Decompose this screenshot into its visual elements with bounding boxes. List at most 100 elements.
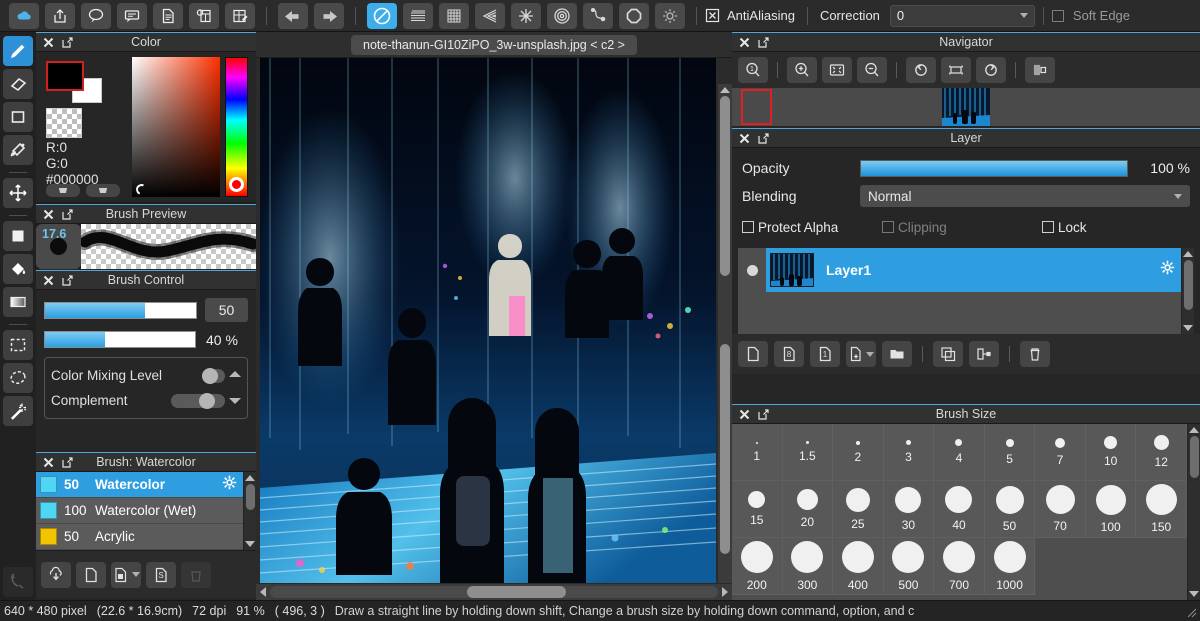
color-palette-button[interactable]: [46, 184, 80, 197]
close-icon[interactable]: [41, 455, 55, 469]
radial-icon[interactable]: [511, 3, 541, 29]
new-brush-button[interactable]: [76, 562, 106, 588]
artboard[interactable]: [260, 58, 716, 583]
brush-size-cell[interactable]: 500: [884, 538, 935, 595]
no-stabilize-icon[interactable]: [367, 3, 397, 29]
close-icon[interactable]: [41, 207, 55, 221]
undo-icon[interactable]: [278, 3, 308, 29]
brush-size-cell[interactable]: 15: [732, 481, 783, 538]
canvas-horizontal-scrollbar[interactable]: [256, 583, 732, 600]
layer-list-scrollbar[interactable]: [1181, 248, 1194, 334]
soft-edge-checkbox[interactable]: Soft Edge: [1052, 8, 1134, 23]
concentric-circle-icon[interactable]: [547, 3, 577, 29]
brush-tool[interactable]: [3, 36, 33, 66]
brush-size-cell[interactable]: 700: [934, 538, 985, 595]
complement-track[interactable]: [171, 394, 225, 408]
scroll-up-icon[interactable]: [245, 475, 255, 481]
zoom-out-icon[interactable]: [857, 57, 887, 83]
scroll-down-icon[interactable]: [1189, 591, 1199, 597]
curve-select-tool[interactable]: [3, 567, 33, 597]
add-layer-button[interactable]: [738, 341, 768, 367]
expand-icon[interactable]: [756, 407, 770, 421]
scroll-down-icon[interactable]: [245, 541, 255, 547]
close-icon[interactable]: [737, 131, 751, 145]
color-mixing-track[interactable]: [203, 369, 225, 383]
divide-panel-icon[interactable]: [225, 3, 255, 29]
fit-screen-icon[interactable]: [822, 57, 852, 83]
zoom-actual-icon[interactable]: 1: [738, 57, 768, 83]
curve-icon[interactable]: [583, 3, 613, 29]
opacity-slider[interactable]: [860, 160, 1128, 177]
cloud-icon[interactable]: [9, 3, 39, 29]
zoom-in-icon[interactable]: [787, 57, 817, 83]
comment-icon[interactable]: [81, 3, 111, 29]
brush-size-cell[interactable]: 400: [833, 538, 884, 595]
eraser-tool[interactable]: [3, 69, 33, 99]
move-tool[interactable]: [3, 178, 33, 208]
brush-size-cell[interactable]: 7: [1035, 424, 1086, 481]
scroll-thumb-top[interactable]: [720, 96, 730, 276]
spinner-down-icon[interactable]: [229, 398, 241, 404]
transparent-color-swatch[interactable]: [46, 108, 82, 138]
merge-layer-button[interactable]: [969, 341, 999, 367]
redo-icon[interactable]: [314, 3, 344, 29]
antialiasing-toggle[interactable]: AntiAliasing: [705, 8, 799, 23]
complement-knob[interactable]: [199, 393, 215, 409]
navigator-viewport-frame[interactable]: [741, 89, 772, 125]
brush-size-cell[interactable]: 25: [833, 481, 884, 538]
brush-size-cell[interactable]: 20: [783, 481, 834, 538]
hue-slider[interactable]: [225, 57, 248, 197]
close-icon[interactable]: [737, 35, 751, 49]
brush-size-cell[interactable]: 30: [884, 481, 935, 538]
brush-size-cell[interactable]: 4: [934, 424, 985, 481]
hatching-icon[interactable]: [403, 3, 433, 29]
hscroll-track[interactable]: [270, 586, 718, 598]
brush-opacity-slider[interactable]: [44, 331, 196, 348]
brush-size-cell[interactable]: 1000: [985, 538, 1036, 595]
color-swap-button[interactable]: [86, 184, 120, 197]
brush-size-cell[interactable]: 10: [1086, 424, 1137, 481]
scroll-down-icon[interactable]: [1183, 325, 1193, 331]
flip-horizontal-icon[interactable]: [1025, 57, 1055, 83]
expand-icon[interactable]: [756, 131, 770, 145]
spinner-up-icon[interactable]: [229, 371, 241, 377]
pen-tool[interactable]: [3, 135, 33, 165]
download-brush-button[interactable]: [41, 562, 71, 588]
brush-size-cell[interactable]: 150: [1136, 481, 1187, 538]
complement-spinner[interactable]: [229, 398, 241, 404]
brush-size-cell[interactable]: 200: [732, 538, 783, 595]
brush-size-cell[interactable]: 100: [1086, 481, 1137, 538]
canvas-viewport[interactable]: [256, 58, 732, 600]
scroll-left-icon[interactable]: [260, 587, 266, 597]
close-icon[interactable]: [737, 407, 751, 421]
blending-select[interactable]: Normal: [860, 185, 1190, 207]
scroll-right-icon[interactable]: [722, 587, 728, 597]
brush-list-item[interactable]: 50Acrylic: [36, 524, 243, 550]
fill-tool[interactable]: [3, 221, 33, 251]
foreground-color-swatch[interactable]: [46, 61, 84, 91]
delete-brush-button[interactable]: [181, 562, 211, 588]
saturation-value-picker[interactable]: [132, 57, 220, 197]
speech-balloon-icon[interactable]: [117, 3, 147, 29]
layer-row[interactable]: Layer1: [738, 248, 1181, 292]
add-8bit-layer-button[interactable]: 8: [774, 341, 804, 367]
close-icon[interactable]: [41, 273, 55, 287]
bucket-tool[interactable]: [3, 254, 33, 284]
duplicate-brush-button[interactable]: [111, 562, 141, 588]
page-icon[interactable]: [153, 3, 183, 29]
rotate-left-icon[interactable]: [906, 57, 936, 83]
brush-size-field[interactable]: 50: [205, 298, 248, 322]
close-icon[interactable]: [41, 35, 55, 49]
select-rect-tool[interactable]: [3, 330, 33, 360]
expand-icon[interactable]: [60, 207, 74, 221]
expand-icon[interactable]: [60, 455, 74, 469]
resize-grip[interactable]: [1184, 605, 1198, 619]
reset-rotation-icon[interactable]: [941, 57, 971, 83]
brush-size-slider[interactable]: [44, 302, 197, 319]
gear-icon[interactable]: [1160, 260, 1175, 280]
lock-checkbox[interactable]: Lock: [1042, 220, 1087, 235]
document-tab[interactable]: note-thanun-GI10ZiPO_3w-unsplash.jpg < c…: [351, 35, 637, 55]
clipping-checkbox[interactable]: Clipping: [882, 220, 1042, 235]
scroll-thumb[interactable]: [1184, 260, 1193, 310]
perspective-icon[interactable]: [475, 3, 505, 29]
